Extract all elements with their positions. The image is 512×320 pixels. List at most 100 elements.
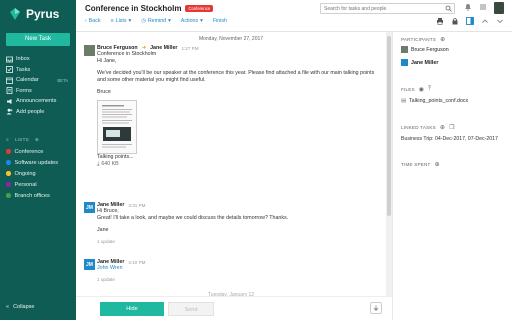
list-label: Software updates	[14, 159, 59, 166]
nav-label: Calendar	[16, 77, 39, 84]
finish-button[interactable]: Finish	[213, 18, 227, 24]
remind-label: Remind	[147, 18, 167, 24]
collapse-button[interactable]: « Collapse	[6, 304, 34, 310]
logo[interactable]: Pyrus	[8, 7, 59, 21]
update-count[interactable]: 1 update	[97, 277, 377, 282]
list-color-dot	[6, 160, 11, 165]
new-task-button[interactable]: New Task	[6, 33, 70, 46]
linked-tasks-section-title: LINKED TASKS ⊕ ❐	[401, 124, 455, 131]
user-avatar[interactable]	[494, 2, 504, 14]
list-item-branch-offices[interactable]: Branch offices	[0, 190, 76, 201]
announcements-icon	[6, 98, 13, 105]
chevron-up-icon[interactable]	[481, 17, 489, 27]
conference-tag[interactable]: Conference	[185, 5, 214, 12]
participant[interactable]: Jane Miller	[401, 59, 438, 66]
attachment-thumbnail[interactable]	[97, 100, 137, 155]
search-input[interactable]	[320, 3, 455, 14]
comment-bar: Hide Send	[76, 296, 392, 320]
list-color-dot	[6, 171, 11, 176]
lists-icon: ≡	[6, 137, 9, 142]
nav-label: Announcements	[16, 98, 57, 105]
top-right-icons	[464, 2, 504, 14]
file-link[interactable]: ▤ Talking_points_conf.docx	[401, 98, 468, 104]
panel-toggle-icon[interactable]	[466, 17, 474, 27]
nav-item-calendar[interactable]: Calendar BETA	[0, 75, 76, 86]
chevron-down-icon[interactable]	[496, 17, 504, 27]
lists-button[interactable]: ≡ Lists ▾	[111, 18, 132, 24]
scroll-thumb[interactable]	[387, 36, 391, 216]
menu-icon[interactable]	[479, 3, 487, 13]
list-color-dot	[6, 193, 11, 198]
back-button[interactable]: ‹ Back	[85, 18, 101, 24]
nav-item-forms[interactable]: Forms	[0, 86, 76, 97]
scroll-down-button[interactable]	[370, 302, 382, 314]
attachment-name[interactable]: Talking points...	[97, 154, 377, 161]
mentioned-user[interactable]: John Wren	[97, 265, 377, 272]
hide-button[interactable]: Hide	[100, 302, 164, 316]
task-header: Conference in Stockholm Conference ‹Back…	[76, 0, 512, 32]
participant-name: Bruce Ferguson	[411, 46, 449, 53]
message-sign: Bruce	[97, 88, 111, 95]
time-spent-title: TIME SPENT	[401, 162, 431, 167]
nav-item-inbox[interactable]: Inbox	[0, 54, 76, 65]
avatar[interactable]	[84, 45, 95, 56]
bell-icon[interactable]	[464, 3, 472, 13]
list-label: Branch offices	[14, 192, 50, 199]
nav-menu: Inbox Tasks Calendar BETA Forms Announce…	[0, 54, 76, 117]
list-icon: ≡	[110, 18, 114, 24]
actions-button[interactable]: Actions ▾	[181, 18, 203, 24]
send-button[interactable]: Send	[168, 302, 214, 316]
add-people-icon	[6, 108, 13, 115]
avatar	[401, 59, 408, 66]
message: Jane Miller 3:31 PM Hi Bruce, Great! I'l…	[97, 202, 377, 244]
update-count[interactable]: 1 update	[97, 239, 377, 244]
list-item-ongoing[interactable]: Ongoing	[0, 168, 76, 179]
back-label: Back	[88, 18, 101, 24]
avatar[interactable]: JM	[84, 259, 95, 270]
upload-icon[interactable]: ⤒	[428, 86, 431, 93]
nav-item-announcements[interactable]: Announcements	[0, 96, 76, 107]
nav-label: Tasks	[16, 66, 31, 73]
lists: Conference Software updates Ongoing Pers…	[0, 146, 76, 201]
actions-label: Actions	[180, 18, 199, 24]
lock-icon[interactable]	[451, 17, 459, 27]
nav-item-tasks[interactable]: Tasks	[0, 65, 76, 76]
add-time-icon[interactable]: ⊕	[435, 161, 440, 168]
finish-label: Finish	[212, 18, 227, 24]
nav-item-add-people[interactable]: Add people	[0, 107, 76, 118]
print-icon[interactable]	[436, 17, 444, 27]
copy-icon[interactable]: ❐	[449, 124, 455, 131]
add-linked-task-icon[interactable]: ⊕	[440, 124, 445, 131]
add-participant-icon[interactable]: ⊕	[440, 36, 445, 43]
beta-badge: BETA	[57, 77, 68, 83]
avatar	[401, 46, 408, 53]
download-icon[interactable]: ⤓	[97, 161, 99, 168]
linked-task[interactable]: Business Trip: 04-Dec-2017, 07-Dec-2017	[401, 136, 498, 142]
search-icon[interactable]	[445, 5, 452, 12]
eye-icon[interactable]: ◉	[419, 86, 424, 93]
app-name: Pyrus	[26, 7, 60, 21]
lists-label: Lists	[115, 18, 127, 24]
list-label: Conference	[14, 148, 44, 155]
list-item-software-updates[interactable]: Software updates	[0, 157, 76, 168]
forms-icon	[6, 87, 13, 95]
participant[interactable]: Bruce Ferguson	[401, 46, 449, 53]
message-time: 4:10 PM	[128, 259, 146, 265]
add-list-icon[interactable]: ⊕	[35, 137, 39, 143]
nav-label: Inbox	[16, 56, 30, 63]
participant-name: Jane Miller	[411, 59, 439, 66]
file-name: Talking_points_conf.docx	[409, 98, 469, 104]
lists-title: LISTS	[14, 137, 29, 142]
list-item-conference[interactable]: Conference	[0, 146, 76, 157]
remind-button[interactable]: ◷ Remind ▾	[141, 18, 171, 24]
list-item-personal[interactable]: Personal	[0, 179, 76, 190]
message-text: Great! I'll take a look, and maybe we co…	[97, 215, 289, 222]
lists-header: ≡ LISTS ⊕	[6, 137, 39, 143]
file-size: 640 KB	[101, 161, 119, 168]
message: Bruce Ferguson ➜ Jane Miller 1:27 PM Con…	[97, 45, 377, 169]
participants-title: PARTICIPANTS	[401, 37, 437, 42]
avatar[interactable]: JM	[84, 202, 95, 213]
chevron-down-icon: ▾	[128, 18, 132, 24]
message-time: 3:31 PM	[128, 202, 146, 208]
sidebar: Pyrus New Task Inbox Tasks Calendar BETA…	[0, 0, 76, 320]
